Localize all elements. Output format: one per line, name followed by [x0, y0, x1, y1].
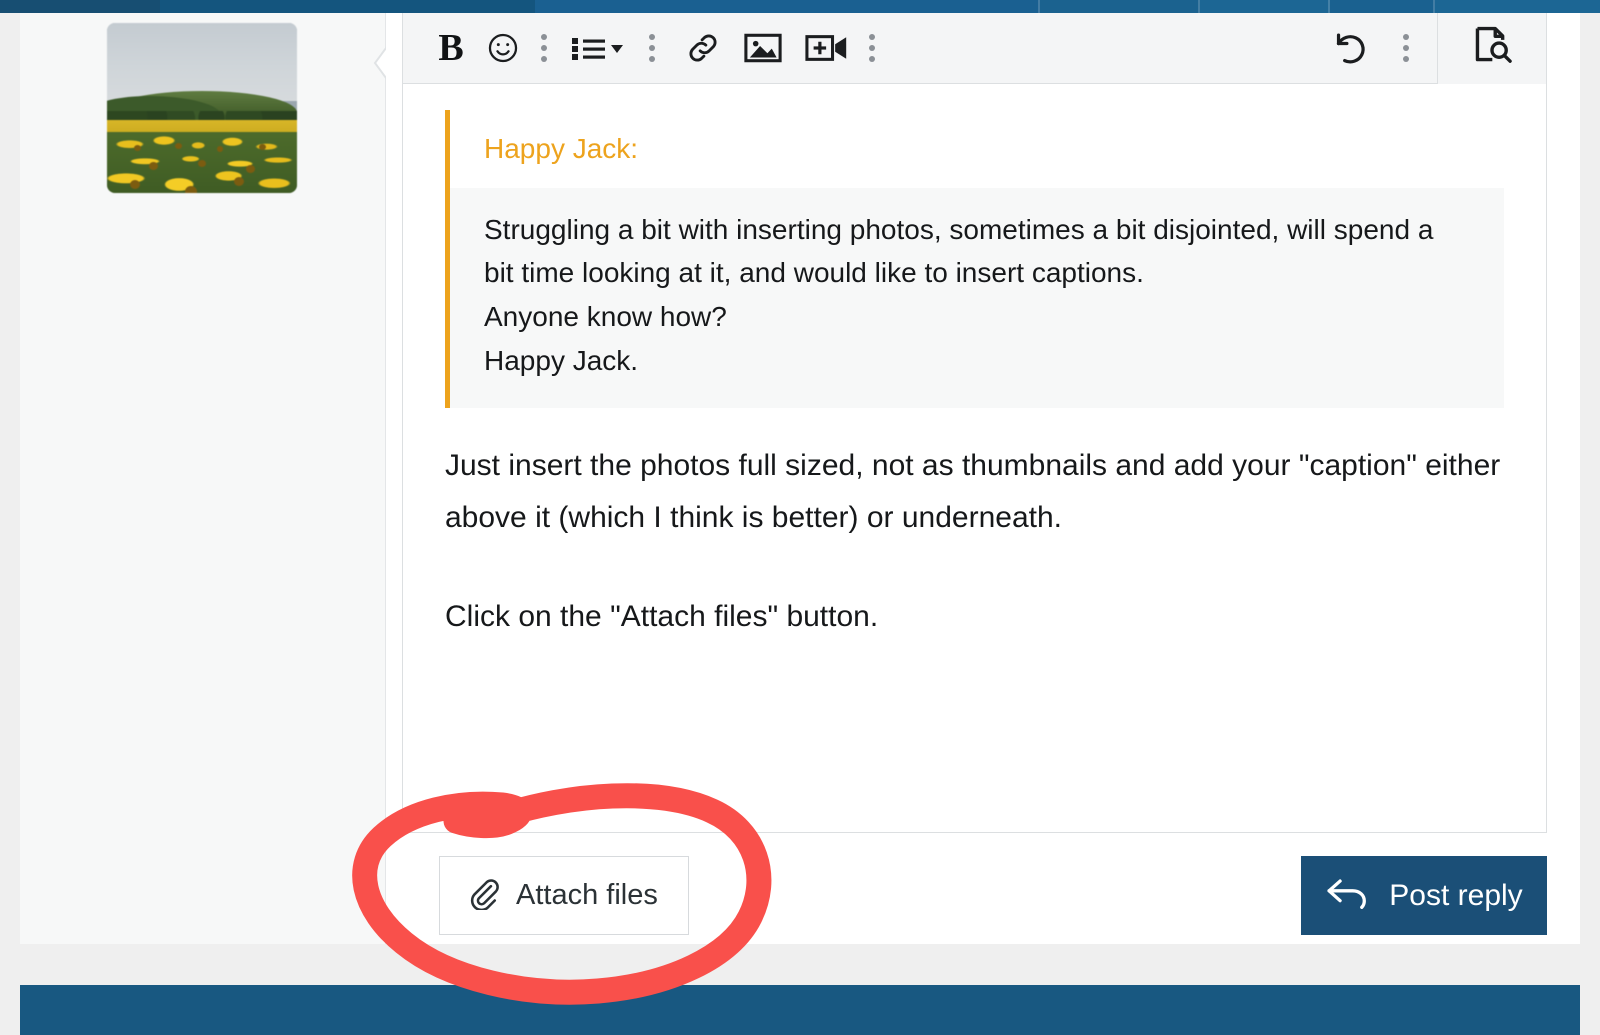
link-button[interactable] [677, 22, 729, 74]
reply-arrow-icon [1325, 873, 1369, 918]
preview-button[interactable] [1437, 12, 1546, 84]
editor-action-row: Attach files Post reply [402, 851, 1547, 944]
page-canvas: B Happy Jack: Struggling a bit with inse… [0, 12, 1600, 1035]
toolbar-right-group [1323, 12, 1546, 84]
avatar-sunflower-field [107, 131, 297, 193]
emoji-button[interactable] [477, 22, 529, 74]
nav-segment [160, 0, 535, 13]
post-reply-label: Post reply [1389, 878, 1523, 912]
post-reply-button[interactable]: Post reply [1301, 856, 1547, 935]
quote-line: Struggling a bit with inserting photos, … [484, 213, 1434, 289]
more-options-button-3[interactable] [857, 22, 887, 74]
reply-editor-column: B Happy Jack: Struggling a bit with inse… [386, 12, 1580, 944]
paperclip-icon [466, 876, 500, 915]
quote-author: Happy Jack: [450, 110, 1504, 188]
dot [869, 45, 875, 51]
dot [649, 34, 655, 40]
footer-bar [20, 985, 1580, 1035]
undo-button[interactable] [1323, 22, 1375, 74]
more-options-button-1[interactable] [529, 22, 559, 74]
more-options-button-2[interactable] [637, 22, 667, 74]
dot [1403, 45, 1409, 51]
emoji-icon [486, 31, 520, 65]
editor-toolbar: B [403, 12, 1546, 84]
nav-divider [1328, 0, 1330, 13]
image-icon [744, 31, 782, 65]
avatar[interactable] [107, 23, 297, 193]
nav-segment [535, 0, 1040, 13]
bold-button[interactable]: B [425, 22, 477, 74]
quote-block: Happy Jack: Struggling a bit with insert… [445, 110, 1504, 409]
attach-files-label: Attach files [516, 879, 658, 911]
nav-divider [1198, 0, 1200, 13]
nav-segment [1330, 0, 1435, 13]
dot [1403, 34, 1409, 40]
nav-segment [1040, 0, 1200, 13]
quote-text: Struggling a bit with inserting photos, … [450, 187, 1504, 409]
dot [1403, 56, 1409, 62]
dot [649, 56, 655, 62]
link-icon [685, 30, 721, 66]
dot [869, 34, 875, 40]
nav-segment [1200, 0, 1330, 13]
video-button[interactable] [797, 22, 857, 74]
post-author-column [20, 13, 386, 944]
post-card: B Happy Jack: Struggling a bit with inse… [20, 12, 1580, 944]
video-icon [805, 32, 849, 64]
dot [649, 45, 655, 51]
nav-segment [1435, 0, 1600, 13]
preview-icon [1471, 25, 1513, 72]
dot [541, 45, 547, 51]
nav-segment [0, 0, 160, 13]
reply-editor: B Happy Jack: Struggling a bit with inse… [402, 12, 1547, 833]
more-options-button-4[interactable] [1391, 22, 1421, 74]
dot [541, 34, 547, 40]
list-button[interactable] [559, 22, 637, 74]
editor-content-area[interactable]: Happy Jack: Struggling a bit with insert… [403, 84, 1546, 832]
bold-icon: B [438, 27, 464, 69]
dot [541, 56, 547, 62]
bullet-list-icon [570, 32, 626, 64]
undo-icon [1329, 29, 1369, 67]
nav-divider [1038, 0, 1040, 13]
reply-body-text: Just insert the photos full sized, not a… [445, 418, 1504, 643]
avatar-sky [107, 23, 297, 102]
reply-paragraph: Click on the "Attach files" button. [445, 599, 879, 633]
toolbar-left-group: B [403, 22, 887, 74]
quote-line: Happy Jack. [484, 344, 639, 376]
attach-files-button[interactable]: Attach files [439, 856, 689, 935]
reply-paragraph: Just insert the photos full sized, not a… [445, 449, 1501, 535]
quote-line: Anyone know how? [484, 300, 727, 332]
dot [869, 56, 875, 62]
image-button[interactable] [737, 22, 789, 74]
nav-divider [1433, 0, 1435, 13]
top-navigation-strip [0, 0, 1600, 13]
